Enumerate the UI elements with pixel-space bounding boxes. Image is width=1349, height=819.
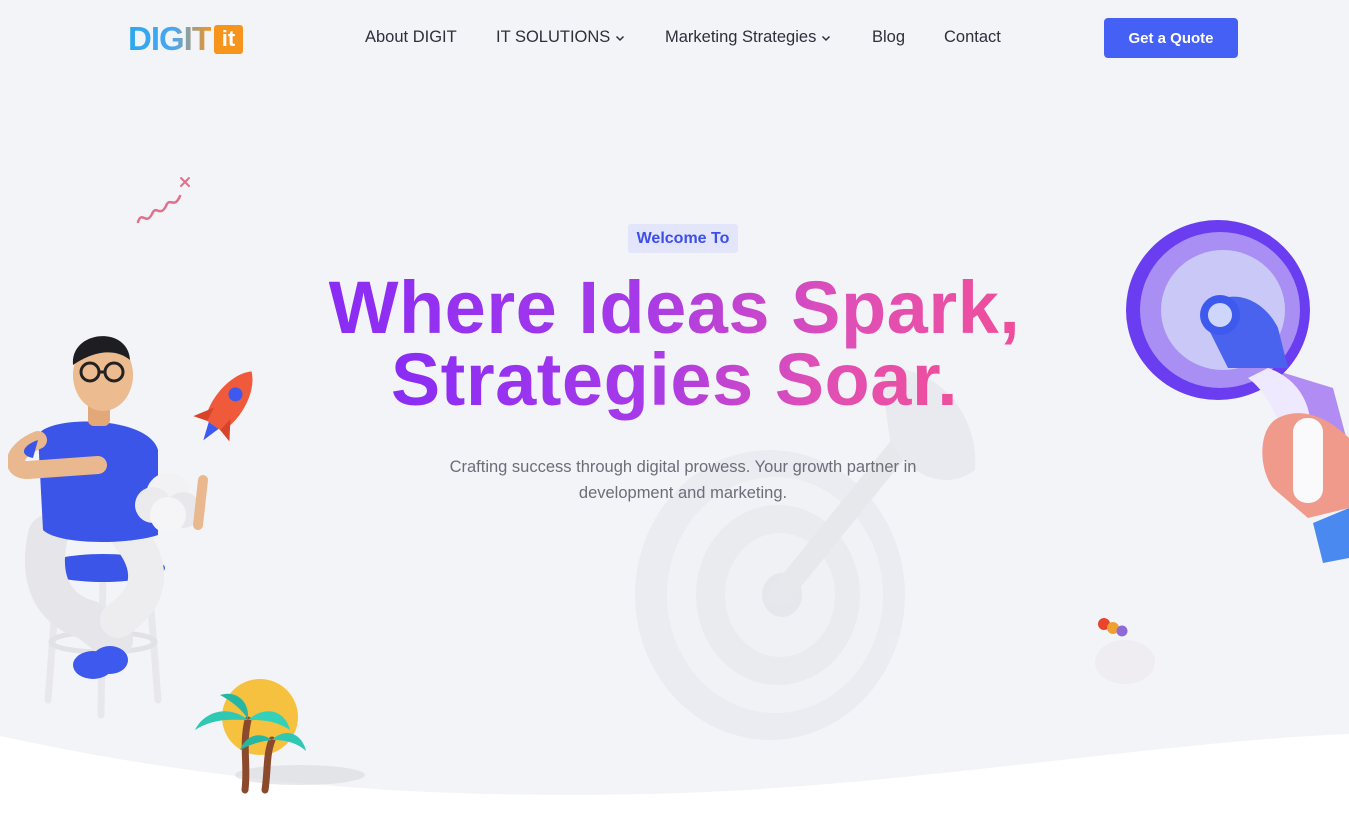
nav-about-label: About DIGIT bbox=[365, 28, 457, 46]
hero-subtitle-line-2: development and marketing. bbox=[578, 484, 788, 502]
nav-it-solutions[interactable]: IT SOLUTIONS bbox=[496, 28, 625, 47]
nav-blog[interactable]: Blog bbox=[872, 28, 905, 47]
beads-decoration bbox=[1095, 618, 1155, 684]
get-a-quote-button[interactable]: Get a Quote bbox=[1104, 18, 1238, 58]
nav-it-solutions-label: IT SOLUTIONS bbox=[496, 28, 611, 46]
palm-trees-sun-illustration bbox=[195, 679, 365, 794]
nav-blog-label: Blog bbox=[872, 28, 906, 46]
nav-contact[interactable]: Contact bbox=[944, 28, 1001, 47]
landing-page: DIGIT it About DIGIT IT SOLUTIONS Market… bbox=[0, 0, 1349, 819]
hero-headline: Where Ideas Spark, Strategies Soar. bbox=[0, 271, 1349, 417]
nav-contact-label: Contact bbox=[944, 28, 1001, 46]
hero-subtitle: Crafting success through digital prowess… bbox=[430, 454, 936, 506]
welcome-badge: Welcome To bbox=[628, 224, 738, 253]
nav-marketing-strategies[interactable]: Marketing Strategies bbox=[665, 28, 831, 47]
squiggle-decoration bbox=[136, 177, 190, 224]
hero-headline-line-2: Strategies Soar. bbox=[390, 338, 959, 421]
nav-marketing-label: Marketing Strategies bbox=[665, 28, 817, 46]
hero-subtitle-line-1: Crafting success through digital prowess… bbox=[449, 458, 917, 476]
hero-headline-line-1: Where Ideas Spark, bbox=[328, 266, 1021, 349]
nav-about[interactable]: About DIGIT bbox=[365, 28, 457, 47]
chevron-down-icon bbox=[822, 35, 831, 41]
chevron-down-icon bbox=[616, 35, 625, 41]
